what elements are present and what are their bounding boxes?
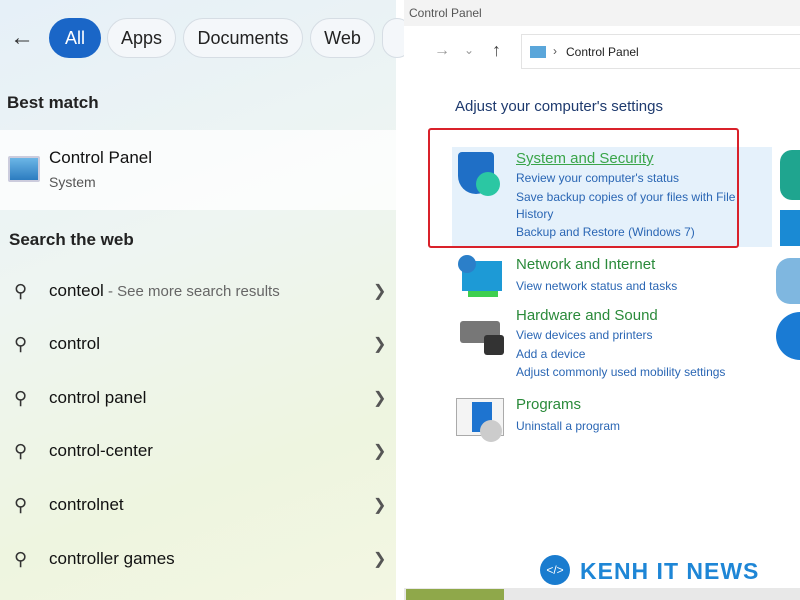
search-icon: ⚲	[14, 387, 28, 408]
result-text: control panel	[49, 388, 147, 407]
control-panel-window: Control Panel → ⌄ ↑ › Control Panel Adju…	[404, 0, 800, 600]
tab-web[interactable]: Web	[310, 18, 375, 58]
result-text: controller games	[49, 549, 175, 568]
result-text: conteol	[49, 281, 104, 300]
tab-documents[interactable]: Documents	[183, 18, 303, 58]
search-icon: ⚲	[14, 440, 28, 461]
best-match-title: Control Panel	[49, 148, 153, 167]
programs-icon	[456, 398, 504, 444]
link[interactable]: Save backup copies of your files with Fi…	[516, 190, 735, 204]
link[interactable]: View network status and tasks	[516, 279, 677, 293]
category-network[interactable]: Network and Internet	[516, 256, 655, 273]
category-programs[interactable]: Programs	[516, 396, 581, 413]
link[interactable]: Add a device	[516, 347, 585, 361]
result-text: control	[49, 334, 101, 353]
result-suffix: - See more search results	[103, 283, 280, 300]
link[interactable]: Adjust commonly used mobility settings	[516, 365, 725, 379]
forward-arrow-icon[interactable]: →	[434, 42, 450, 60]
search-icon: ⚲	[14, 333, 28, 354]
chevron-right-icon: ❯	[373, 443, 387, 460]
window-title: Control Panel	[409, 6, 482, 20]
result-text: controlnet	[49, 495, 124, 514]
shield-icon	[458, 152, 504, 198]
control-panel-icon	[8, 156, 40, 182]
web-result[interactable]: ⚲ conteol - See more search results ❯	[0, 265, 396, 317]
page-heading: Adjust your computer's settings	[455, 98, 663, 115]
web-heading: Search the web	[9, 230, 134, 249]
web-result[interactable]: ⚲ control panel ❯	[0, 372, 396, 424]
up-arrow-icon[interactable]: ↑	[492, 40, 501, 61]
link[interactable]: Uninstall a program	[516, 419, 620, 433]
category-system-security[interactable]: System and Security	[516, 150, 654, 167]
chevron-right-icon: ❯	[373, 336, 387, 353]
appearance-icon	[780, 210, 800, 246]
search-icon: ⚲	[14, 494, 28, 515]
link[interactable]: View devices and printers	[516, 328, 653, 342]
clock-region-icon	[776, 258, 800, 304]
web-result[interactable]: ⚲ controller games ❯	[0, 533, 396, 585]
recent-chevron-icon[interactable]: ⌄	[464, 43, 474, 57]
printer-icon	[458, 315, 504, 361]
best-match-heading: Best match	[7, 93, 99, 112]
search-icon: ⚲	[14, 548, 28, 569]
web-result[interactable]: ⚲ control-center ❯	[0, 425, 396, 477]
watermark-logo-icon: </>	[540, 555, 570, 585]
link[interactable]: Review your computer's status	[516, 171, 679, 185]
network-icon	[458, 255, 504, 301]
best-match-item[interactable]: Control Panel System	[0, 130, 396, 210]
control-panel-icon	[530, 46, 546, 58]
web-result[interactable]: ⚲ control ❯	[0, 318, 396, 370]
tab-all[interactable]: All	[49, 18, 101, 58]
web-result[interactable]: ⚲ controlnet ❯	[0, 479, 396, 531]
search-panel: ← All Apps Documents Web Best match Cont…	[0, 0, 412, 600]
watermark: KENH IT NEWS	[580, 558, 760, 584]
link[interactable]: Backup and Restore (Windows 7)	[516, 225, 695, 239]
search-icon: ⚲	[14, 280, 28, 301]
chevron-right-icon: ❯	[373, 551, 387, 568]
tab-apps[interactable]: Apps	[107, 18, 176, 58]
back-arrow-icon[interactable]: ←	[10, 24, 34, 52]
chevron-right-icon: ❯	[373, 283, 387, 300]
link[interactable]: History	[516, 207, 553, 221]
chevron-right-icon: ❯	[373, 497, 387, 514]
category-hardware[interactable]: Hardware and Sound	[516, 307, 658, 324]
user-accounts-icon	[780, 150, 800, 200]
address-text: Control Panel	[566, 45, 639, 59]
ease-of-access-icon	[776, 312, 800, 360]
result-text: control-center	[49, 441, 153, 460]
address-bar[interactable]: › Control Panel	[521, 34, 800, 69]
chevron-right-icon: ❯	[373, 390, 387, 407]
best-match-subtitle: System	[49, 174, 96, 190]
